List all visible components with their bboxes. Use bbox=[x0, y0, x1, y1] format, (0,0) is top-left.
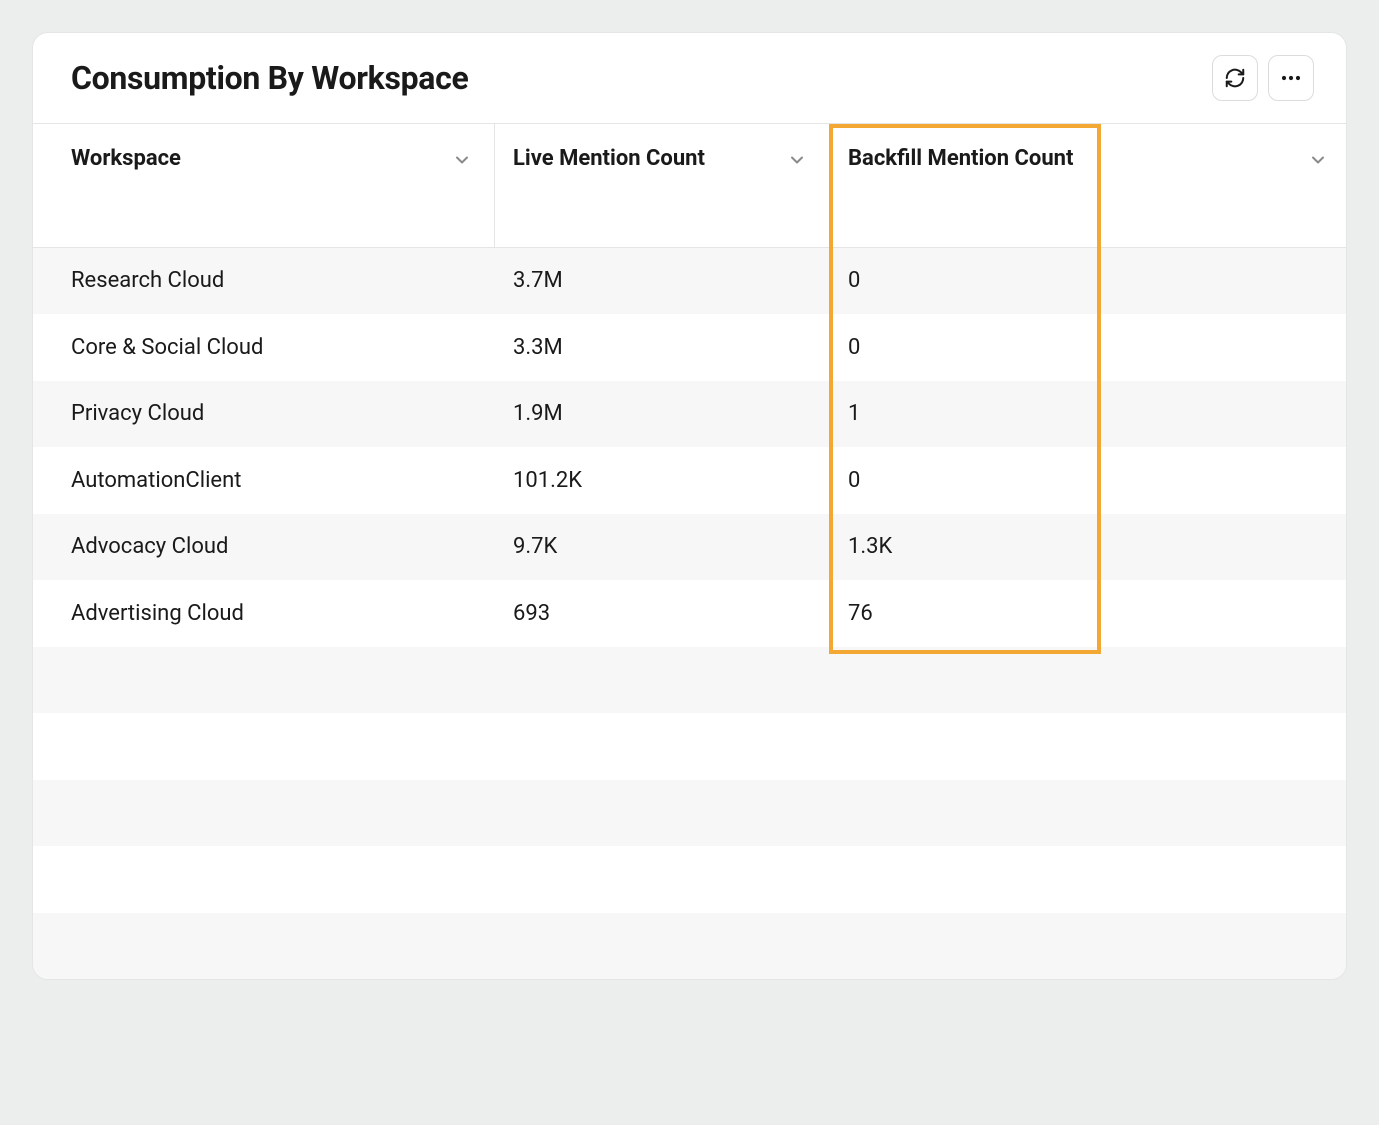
column-header-label: Live Mention Count bbox=[513, 146, 811, 171]
cell-backfill: 1 bbox=[830, 401, 1346, 426]
consumption-card: Consumption By Workspace Worksp bbox=[32, 32, 1347, 980]
refresh-icon bbox=[1224, 67, 1246, 89]
table-row[interactable]: AutomationClient 101.2K 0 bbox=[33, 447, 1346, 514]
table-row bbox=[33, 647, 1346, 714]
cell-backfill: 0 bbox=[830, 268, 1346, 293]
header-actions bbox=[1212, 55, 1314, 101]
table-row bbox=[33, 713, 1346, 780]
cell-backfill: 0 bbox=[830, 335, 1346, 360]
cell-backfill: 1.3K bbox=[830, 534, 1346, 559]
table-row[interactable]: Core & Social Cloud 3.3M 0 bbox=[33, 314, 1346, 381]
cell-live: 1.9M bbox=[495, 401, 830, 426]
cell-live: 693 bbox=[495, 601, 830, 626]
cell-workspace: Privacy Cloud bbox=[33, 401, 495, 426]
chevron-down-icon bbox=[452, 150, 472, 170]
cell-workspace: Advertising Cloud bbox=[33, 601, 495, 626]
column-header-label: Workspace bbox=[71, 146, 476, 171]
cell-backfill: 0 bbox=[830, 468, 1346, 493]
cell-live: 101.2K bbox=[495, 468, 830, 493]
cell-live: 3.3M bbox=[495, 335, 830, 360]
table-row bbox=[33, 913, 1346, 980]
refresh-button[interactable] bbox=[1212, 55, 1258, 101]
chevron-down-icon bbox=[1308, 150, 1328, 170]
cell-workspace: Advocacy Cloud bbox=[33, 534, 495, 559]
table-row bbox=[33, 846, 1346, 913]
column-header-live-mention-count[interactable]: Live Mention Count bbox=[495, 124, 830, 247]
cell-workspace: AutomationClient bbox=[33, 468, 495, 493]
card-header: Consumption By Workspace bbox=[33, 33, 1346, 124]
table-row[interactable]: Advertising Cloud 693 76 bbox=[33, 580, 1346, 647]
cell-backfill: 76 bbox=[830, 601, 1346, 626]
column-header-label: Backfill Mention Count bbox=[848, 146, 1296, 171]
chevron-down-icon bbox=[787, 150, 807, 170]
table-row[interactable]: Research Cloud 3.7M 0 bbox=[33, 248, 1346, 315]
more-horizontal-icon bbox=[1279, 66, 1303, 90]
column-header-workspace[interactable]: Workspace bbox=[33, 124, 495, 247]
more-options-button[interactable] bbox=[1268, 55, 1314, 101]
cell-live: 9.7K bbox=[495, 534, 830, 559]
column-header-backfill-mention-count[interactable]: Backfill Mention Count bbox=[830, 124, 1346, 247]
cell-live: 3.7M bbox=[495, 268, 830, 293]
table-body: Research Cloud 3.7M 0 Core & Social Clou… bbox=[33, 248, 1346, 980]
table-row bbox=[33, 780, 1346, 847]
table-row[interactable]: Advocacy Cloud 9.7K 1.3K bbox=[33, 514, 1346, 581]
table-header-row: Workspace Live Mention Count Backfill Me… bbox=[33, 124, 1346, 248]
table-row[interactable]: Privacy Cloud 1.9M 1 bbox=[33, 381, 1346, 448]
cell-workspace: Research Cloud bbox=[33, 268, 495, 293]
card-title: Consumption By Workspace bbox=[71, 59, 468, 97]
cell-workspace: Core & Social Cloud bbox=[33, 335, 495, 360]
